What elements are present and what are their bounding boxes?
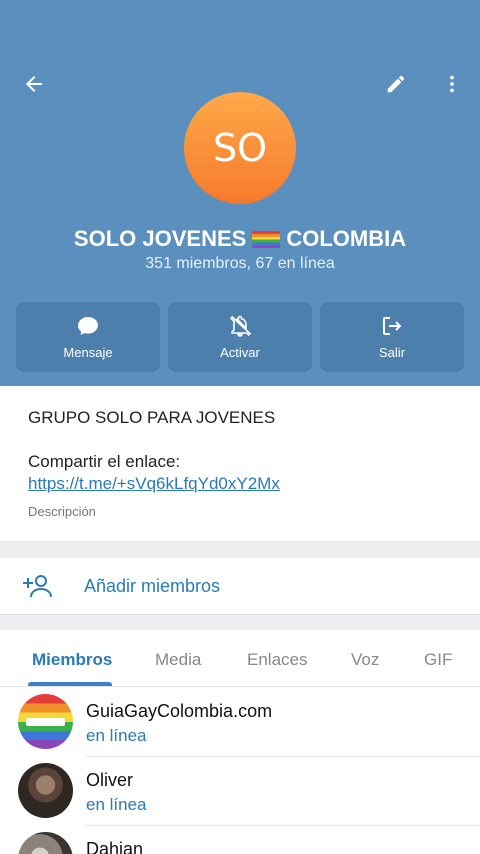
group-info: GRUPO SOLO PARA JOVENES Compartir el enl… bbox=[0, 386, 480, 541]
section-divider bbox=[0, 541, 480, 558]
media-tabs: Miembros Media Enlaces Voz GIF bbox=[0, 630, 480, 687]
logo-badge bbox=[26, 718, 65, 726]
member-status: en línea bbox=[86, 795, 147, 814]
tab-media[interactable]: Media bbox=[155, 650, 201, 670]
avatar bbox=[18, 832, 73, 854]
action-buttons: Mensaje Activar Salir bbox=[16, 302, 464, 372]
member-name: Dahian bbox=[86, 839, 144, 854]
avatar-initials: SO bbox=[212, 126, 268, 170]
member-name: Oliver bbox=[86, 770, 134, 790]
profile-header: SO SOLO JOVENES COLOMBIA 351 miembros, 6… bbox=[0, 0, 480, 386]
back-button[interactable] bbox=[14, 64, 54, 104]
group-description: GRUPO SOLO PARA JOVENES bbox=[28, 408, 276, 427]
unmute-button[interactable]: Activar bbox=[168, 302, 312, 372]
rainbow-flag-icon bbox=[252, 230, 281, 248]
add-members-label: Añadir miembros bbox=[84, 575, 221, 596]
add-person-icon bbox=[23, 575, 52, 598]
member-status: en línea bbox=[86, 726, 147, 745]
leave-button[interactable]: Salir bbox=[320, 302, 464, 372]
leave-button-label: Salir bbox=[378, 345, 405, 360]
list-item[interactable]: Oliver en línea bbox=[0, 757, 480, 826]
member-list: GuiaGayColombia.com en línea Oliver en l… bbox=[0, 688, 480, 854]
message-button-label: Mensaje bbox=[63, 345, 113, 360]
group-avatar[interactable]: SO bbox=[184, 92, 296, 204]
tab-gif[interactable]: GIF bbox=[424, 650, 452, 670]
avatar bbox=[18, 763, 73, 818]
edit-button[interactable] bbox=[376, 64, 416, 104]
group-title-part2: COLOMBIA bbox=[286, 226, 407, 251]
section-divider bbox=[0, 614, 480, 630]
unmute-button-label: Activar bbox=[220, 345, 260, 360]
share-link-label: Compartir el enlace: bbox=[28, 452, 181, 471]
tab-voice[interactable]: Voz bbox=[351, 650, 379, 670]
invite-link[interactable]: https://t.me/+sVq6kLfqYd0xY2Mx bbox=[28, 474, 452, 494]
bell-off-icon bbox=[229, 315, 252, 337]
member-name: GuiaGayColombia.com bbox=[86, 701, 273, 721]
message-button[interactable]: Mensaje bbox=[16, 302, 160, 372]
group-title: SOLO JOVENES COLOMBIA bbox=[0, 226, 480, 252]
tab-members[interactable]: Miembros bbox=[32, 650, 112, 670]
add-members-row[interactable]: Añadir miembros bbox=[0, 558, 480, 614]
list-item[interactable]: GuiaGayColombia.com en línea bbox=[0, 688, 480, 757]
arrow-left-icon bbox=[26, 76, 42, 92]
list-item[interactable]: Dahian bbox=[0, 826, 480, 854]
tab-links[interactable]: Enlaces bbox=[247, 650, 307, 670]
chat-bubble-icon bbox=[78, 317, 98, 335]
avatar bbox=[18, 694, 73, 749]
more-options-button[interactable] bbox=[432, 64, 472, 104]
pencil-icon bbox=[387, 75, 405, 93]
logout-icon bbox=[383, 317, 402, 335]
group-member-count: 351 miembros, 67 en línea bbox=[145, 255, 335, 272]
group-title-part1: SOLO JOVENES bbox=[73, 226, 247, 251]
description-caption: Descripción bbox=[28, 504, 96, 519]
active-tab-indicator bbox=[28, 682, 112, 686]
more-vertical-icon bbox=[450, 75, 454, 93]
